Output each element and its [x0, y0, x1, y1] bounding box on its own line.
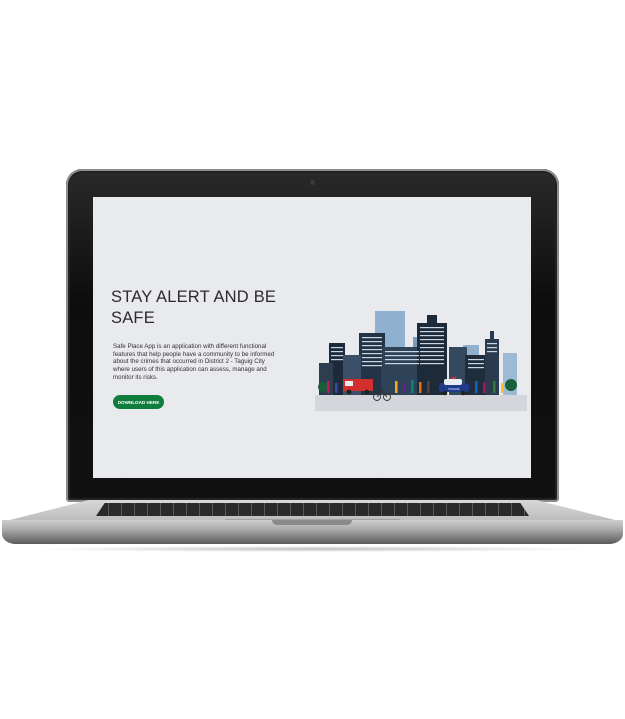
hero-description: Safe Place App is an application with di… [113, 343, 275, 381]
laptop-keyboard [96, 503, 529, 516]
download-button[interactable]: DOWNLOAD HERE [113, 395, 164, 409]
webcam-icon [310, 180, 315, 185]
police-label: POLICE [448, 387, 459, 391]
hero-title: STAY ALERT AND BE SAFE [111, 288, 277, 327]
city-illustration: POLICE [315, 311, 527, 411]
ground [315, 395, 527, 411]
laptop-shadow [30, 546, 595, 552]
laptop-mockup: STAY ALERT AND BE SAFE Safe Place App is… [0, 0, 625, 719]
laptop-notch [272, 520, 352, 525]
laptop-screen: STAY ALERT AND BE SAFE Safe Place App is… [93, 197, 531, 478]
